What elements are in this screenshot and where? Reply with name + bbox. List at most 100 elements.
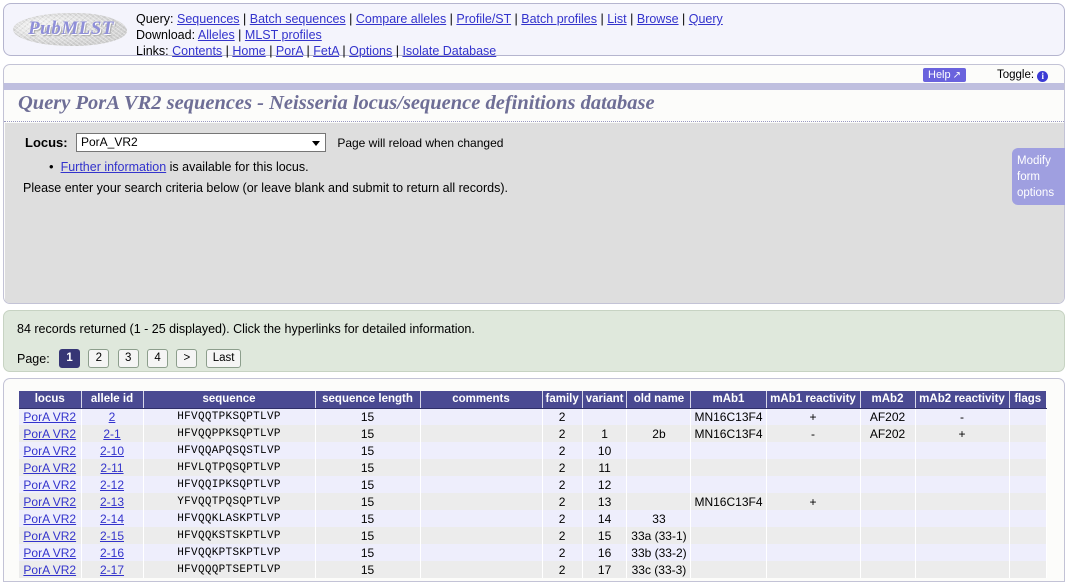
cell-mAb1-reactivity — [766, 561, 861, 578]
help-button[interactable]: Help ↗ — [923, 68, 967, 82]
cell-locus[interactable]: PorA VR2 — [19, 510, 82, 527]
cell-locus[interactable]: PorA VR2 — [19, 544, 82, 561]
nav-link-sequences[interactable]: Sequences — [177, 12, 240, 26]
cell-locus[interactable]: PorA VR2 — [19, 476, 82, 493]
allele-id-link[interactable]: 2-11 — [100, 461, 123, 475]
cell-locus[interactable]: PorA VR2 — [19, 408, 82, 425]
locus-link[interactable]: PorA VR2 — [23, 427, 76, 441]
cell-family: 2 — [542, 408, 583, 425]
cell-allele-id[interactable]: 2-17 — [81, 561, 144, 578]
column-header-variant[interactable]: variant — [582, 391, 628, 409]
nav-link-contents[interactable]: Contents — [172, 44, 222, 58]
allele-id-link[interactable]: 2-15 — [100, 529, 124, 543]
cell-allele-id[interactable]: 2-12 — [81, 476, 144, 493]
locus-link[interactable]: PorA VR2 — [23, 546, 76, 560]
locus-link[interactable]: PorA VR2 — [23, 478, 76, 492]
cell-allele-id[interactable]: 2-14 — [81, 510, 144, 527]
column-header-sequence[interactable]: sequence — [143, 391, 316, 409]
locus-link[interactable]: PorA VR2 — [23, 563, 76, 577]
locus-link[interactable]: PorA VR2 — [23, 512, 76, 526]
cell-locus[interactable]: PorA VR2 — [19, 442, 82, 459]
cell-locus[interactable]: PorA VR2 — [19, 493, 82, 510]
pubmlst-logo: PubMLST — [10, 10, 130, 50]
allele-id-link[interactable]: 2-10 — [100, 444, 124, 458]
site-header: PubMLST Query: Sequences | Batch sequenc… — [3, 3, 1065, 58]
info-icon[interactable]: i — [1037, 71, 1049, 82]
column-header-mab2-reactivity[interactable]: mAb2 reactivity — [915, 391, 1010, 409]
column-header-mab1-reactivity[interactable]: mAb1 reactivity — [766, 391, 861, 409]
modify-form-options-tab[interactable]: Modify form options — [1012, 148, 1065, 205]
nav-link-feta[interactable]: FetA — [313, 44, 339, 58]
column-header-family[interactable]: family — [542, 391, 583, 409]
cell-allele-id[interactable]: 2-11 — [81, 459, 144, 476]
nav-link-profile-st[interactable]: Profile/ST — [456, 12, 511, 26]
cell-allele-id[interactable]: 2-1 — [81, 425, 144, 442]
nav-link-browse[interactable]: Browse — [637, 12, 679, 26]
page-button-3[interactable]: 3 — [117, 349, 139, 368]
nav-link-batch-sequences[interactable]: Batch sequences — [250, 12, 346, 26]
nav-link-pora[interactable]: PorA — [276, 44, 303, 58]
cell-allele-id[interactable]: 2-15 — [81, 527, 144, 544]
nav-link-compare-alleles[interactable]: Compare alleles — [356, 12, 446, 26]
toggle-control[interactable]: Toggle: i — [997, 68, 1049, 82]
locus-select[interactable]: PorA_VR2 — [75, 133, 326, 152]
cell-variant: 14 — [582, 510, 628, 527]
column-header-allele-id[interactable]: allele id — [81, 391, 144, 409]
cell-mAb1-reactivity — [766, 527, 861, 544]
allele-id-link[interactable]: 2-12 — [100, 478, 124, 492]
cell-old-name: 33a (33-1) — [626, 527, 692, 544]
column-header-sequence-length[interactable]: sequence length — [315, 391, 421, 409]
help-button-label: Help — [928, 69, 951, 81]
cell-family: 2 — [542, 527, 583, 544]
cell-mAb1-reactivity — [766, 476, 861, 493]
column-header-old-name[interactable]: old name — [626, 391, 692, 409]
locus-link[interactable]: PorA VR2 — [23, 495, 76, 509]
column-header-flags[interactable]: flags — [1009, 391, 1046, 409]
allele-id-link[interactable]: 2 — [109, 410, 116, 424]
cell-mAb1 — [690, 476, 767, 493]
cell-locus[interactable]: PorA VR2 — [19, 527, 82, 544]
nav-link-alleles[interactable]: Alleles — [198, 28, 235, 42]
locus-link[interactable]: PorA VR2 — [23, 529, 76, 543]
further-information-link[interactable]: Further information — [61, 160, 167, 174]
nav-link-options[interactable]: Options — [349, 44, 392, 58]
page-button-1[interactable]: 1 — [59, 349, 81, 368]
cell-mAb2-reactivity — [915, 561, 1010, 578]
column-header-mab1[interactable]: mAb1 — [690, 391, 767, 409]
nav-link-home[interactable]: Home — [232, 44, 265, 58]
cell-sequence: HFVQQTPKSQPTLVP — [143, 408, 316, 425]
page-button-next[interactable]: > — [176, 349, 198, 368]
nav-link-query[interactable]: Query — [689, 12, 723, 26]
page-button-4[interactable]: 4 — [147, 349, 169, 368]
locus-link[interactable]: PorA VR2 — [23, 444, 76, 458]
cell-variant: 17 — [582, 561, 628, 578]
column-header-comments[interactable]: comments — [420, 391, 543, 409]
page-button-last[interactable]: Last — [205, 349, 242, 368]
locus-link[interactable]: PorA VR2 — [23, 410, 76, 424]
allele-id-link[interactable]: 2-14 — [100, 512, 124, 526]
nav-link-mlst-profiles[interactable]: MLST profiles — [245, 28, 322, 42]
cell-mAb1 — [690, 459, 767, 476]
allele-id-link[interactable]: 2-13 — [100, 495, 124, 509]
cell-locus[interactable]: PorA VR2 — [19, 459, 82, 476]
cell-allele-id[interactable]: 2 — [81, 408, 144, 425]
nav-label-links: Links: — [136, 44, 169, 58]
cell-sequence-length: 15 — [315, 425, 421, 442]
column-header-mab2[interactable]: mAb2 — [860, 391, 916, 409]
cell-allele-id[interactable]: 2-13 — [81, 493, 144, 510]
column-header-locus[interactable]: locus — [19, 391, 82, 409]
page-button-2[interactable]: 2 — [88, 349, 110, 368]
nav-link-isolate-database[interactable]: Isolate Database — [402, 44, 496, 58]
allele-id-link[interactable]: 2-17 — [100, 563, 124, 577]
allele-id-link[interactable]: 2-1 — [103, 427, 120, 441]
cell-allele-id[interactable]: 2-16 — [81, 544, 144, 561]
locus-link[interactable]: PorA VR2 — [23, 461, 76, 475]
cell-sequence: HFVQQKPTSKPTLVP — [143, 544, 316, 561]
cell-locus[interactable]: PorA VR2 — [19, 561, 82, 578]
nav-link-batch-profiles[interactable]: Batch profiles — [521, 12, 597, 26]
cell-allele-id[interactable]: 2-10 — [81, 442, 144, 459]
cell-variant: 12 — [582, 476, 628, 493]
nav-link-list[interactable]: List — [607, 12, 626, 26]
allele-id-link[interactable]: 2-16 — [100, 546, 124, 560]
cell-locus[interactable]: PorA VR2 — [19, 425, 82, 442]
